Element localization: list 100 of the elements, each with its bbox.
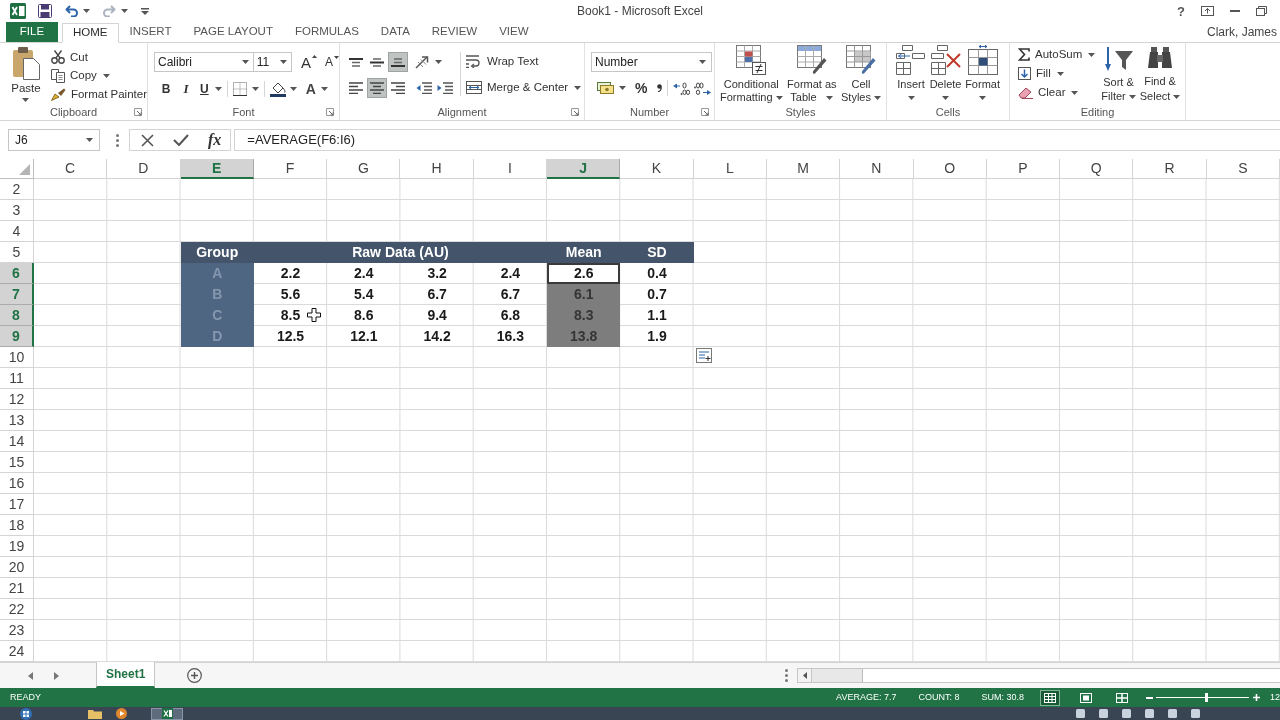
grow-font-button[interactable]: A xyxy=(300,54,317,70)
row-header[interactable]: 7 xyxy=(0,284,34,305)
dialog-launcher-icon[interactable] xyxy=(134,108,142,116)
format-as-table-button[interactable]: Format as Table xyxy=(787,45,837,104)
column-header[interactable]: O xyxy=(913,159,987,179)
row-header[interactable]: 18 xyxy=(0,515,34,536)
row-header[interactable]: 16 xyxy=(0,473,34,494)
column-header[interactable]: Q xyxy=(1060,159,1134,179)
row-header[interactable]: 8 xyxy=(0,305,34,326)
format-painter-button[interactable]: Format Painter xyxy=(50,85,147,104)
start-button-icon[interactable] xyxy=(20,707,32,720)
row-header[interactable]: 19 xyxy=(0,536,34,557)
column-header[interactable]: G xyxy=(327,159,401,179)
find-select-button[interactable]: Find & Select xyxy=(1139,45,1181,104)
column-header[interactable]: C xyxy=(34,159,108,179)
row-header[interactable]: 5 xyxy=(0,242,34,263)
dialog-launcher-icon[interactable] xyxy=(326,108,334,116)
name-box[interactable]: J6 xyxy=(8,129,100,151)
underline-button[interactable]: U xyxy=(196,79,222,99)
ribbon-tab[interactable]: FORMULAS xyxy=(283,22,370,42)
merge-center-button[interactable]: Merge & Center xyxy=(466,78,582,97)
cancel-icon[interactable] xyxy=(141,133,154,147)
bold-button[interactable]: B xyxy=(156,79,176,99)
zoom-out-icon[interactable] xyxy=(1146,696,1153,699)
column-header[interactable]: P xyxy=(986,159,1061,179)
ribbon-display-icon[interactable] xyxy=(1201,6,1214,16)
row-header[interactable]: 23 xyxy=(0,620,34,641)
scroll-right-icon[interactable] xyxy=(54,671,59,680)
fill-button[interactable]: Fill xyxy=(1018,64,1096,83)
font-size-dropdown[interactable]: 11 xyxy=(252,52,292,72)
row-header[interactable]: 15 xyxy=(0,452,34,473)
zoom-slider-thumb[interactable] xyxy=(1204,693,1208,702)
autosum-button[interactable]: AutoSum xyxy=(1018,45,1096,64)
row-header[interactable]: 17 xyxy=(0,494,34,515)
font-color-button[interactable]: A xyxy=(305,79,328,99)
column-header[interactable]: N xyxy=(840,159,914,179)
wrap-text-button[interactable]: Wrap Text xyxy=(466,52,582,71)
undo-icon[interactable] xyxy=(65,5,78,17)
more-options-icon[interactable] xyxy=(116,133,119,147)
copy-button[interactable]: Copy xyxy=(50,66,147,86)
row-header[interactable]: 24 xyxy=(0,641,34,662)
column-header[interactable]: R xyxy=(1133,159,1207,179)
borders-button[interactable] xyxy=(232,79,259,99)
horizontal-scrollbar[interactable] xyxy=(797,668,1280,683)
view-button[interactable] xyxy=(1040,689,1060,706)
column-header[interactable]: M xyxy=(766,159,841,179)
delete-button[interactable]: Delete xyxy=(929,45,962,104)
ribbon-tab[interactable]: REVIEW xyxy=(420,22,489,42)
customize-icon[interactable] xyxy=(141,7,149,15)
cell-styles-button[interactable]: Cell Styles xyxy=(841,45,881,104)
more-options-icon[interactable] xyxy=(785,669,788,682)
scroll-left-button[interactable] xyxy=(798,669,812,682)
taskbar-app-button[interactable] xyxy=(151,707,183,720)
save-icon[interactable] xyxy=(38,4,52,18)
sort-filter-button[interactable]: Sort & Filter xyxy=(1101,45,1136,104)
scroll-left-icon[interactable] xyxy=(28,671,33,680)
media-player-icon[interactable] xyxy=(116,708,127,719)
column-header[interactable]: S xyxy=(1206,159,1280,179)
number-format-dropdown[interactable]: Number xyxy=(591,52,712,72)
help-button[interactable]: ? xyxy=(1177,4,1185,18)
row-header[interactable]: 10 xyxy=(0,347,34,368)
row-header[interactable]: 9 xyxy=(0,326,34,347)
cut-button[interactable]: Cut xyxy=(50,48,147,67)
clear-button[interactable]: Clear xyxy=(1018,83,1096,102)
formula-field[interactable]: =AVERAGE(F6:I6) xyxy=(234,129,1280,151)
ribbon-tab[interactable]: VIEW xyxy=(488,22,540,42)
row-header[interactable]: 21 xyxy=(0,578,34,599)
paste-button[interactable]: Paste xyxy=(7,46,45,104)
ribbon-tab[interactable]: INSERT xyxy=(118,22,183,42)
cell-grid[interactable] xyxy=(0,159,1280,662)
row-header[interactable]: 20 xyxy=(0,557,34,578)
row-header[interactable]: 22 xyxy=(0,599,34,620)
italic-button[interactable]: I xyxy=(176,79,196,99)
shrink-font-button[interactable]: A xyxy=(324,56,339,68)
add-sheet-icon[interactable] xyxy=(187,668,203,683)
scrollbar-thumb[interactable] xyxy=(862,669,1280,682)
percent-button[interactable]: % xyxy=(635,78,648,98)
restore-icon[interactable] xyxy=(1256,6,1267,16)
insert-button[interactable]: Insert xyxy=(896,45,926,104)
column-header[interactable]: D xyxy=(107,159,181,179)
sheet-tab[interactable]: Sheet1 xyxy=(96,662,156,688)
align-button[interactable] xyxy=(388,52,408,72)
app-logo-icon[interactable] xyxy=(10,3,26,19)
column-header[interactable]: H xyxy=(400,159,474,179)
ribbon-tab[interactable]: HOME xyxy=(62,23,119,43)
column-header[interactable]: F xyxy=(253,159,328,179)
format-button[interactable]: Format xyxy=(965,45,1000,104)
row-header[interactable]: 14 xyxy=(0,431,34,452)
align-button[interactable] xyxy=(367,78,387,98)
zoom-in-icon[interactable] xyxy=(1253,694,1260,701)
row-header[interactable]: 11 xyxy=(0,368,34,389)
file-tab[interactable]: FILE xyxy=(6,22,58,42)
column-header[interactable]: K xyxy=(620,159,694,179)
font-name-dropdown[interactable]: Calibri xyxy=(154,52,254,72)
dialog-launcher-icon[interactable] xyxy=(701,108,709,116)
quick-analysis-icon[interactable] xyxy=(695,348,712,363)
column-header[interactable]: I xyxy=(473,159,548,179)
ribbon-tab[interactable]: PAGE LAYOUT xyxy=(182,22,284,42)
check-icon[interactable] xyxy=(173,134,189,146)
row-header[interactable]: 3 xyxy=(0,200,34,221)
